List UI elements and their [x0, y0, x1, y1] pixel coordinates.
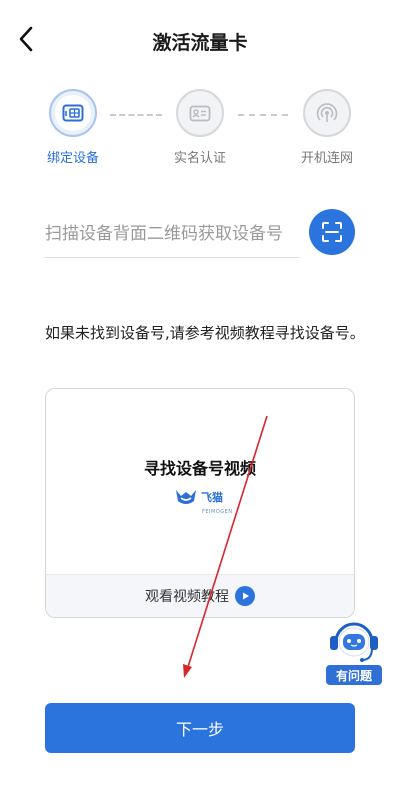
step-label: 开机连网	[300, 151, 353, 166]
scan-button[interactable]	[309, 209, 355, 255]
feimao-logo-icon	[176, 490, 196, 504]
step-label: 绑定设备	[46, 151, 99, 166]
device-number-input[interactable]	[45, 216, 297, 252]
step-connect-network: 开机连网	[287, 89, 367, 166]
scan-icon	[322, 222, 342, 242]
play-icon	[235, 586, 255, 606]
next-step-button[interactable]: 下一步	[45, 703, 355, 753]
wifi-signal-icon	[316, 103, 338, 122]
page-title: 激活流量卡	[152, 32, 248, 54]
watch-video-label: 观看视频教程	[145, 589, 229, 605]
robot-assistant-icon	[330, 622, 378, 672]
step-connector	[110, 114, 162, 116]
step-connector	[238, 114, 288, 116]
step-label: 实名认证	[173, 151, 226, 166]
step-real-name: 实名认证	[160, 89, 240, 166]
step-bind-device: 绑定设备	[33, 89, 113, 166]
logo-text: 飞猫	[201, 490, 223, 504]
feimao-logo: 飞猫	[174, 487, 223, 507]
video-card[interactable]: 寻找设备号视频 飞猫 FEIMOGEN 观看视频教程	[45, 388, 355, 618]
help-badge: 有问题	[326, 665, 382, 685]
help-bot-button[interactable]: 有问题	[322, 612, 386, 688]
help-text: 如果未找到设备号,请参考视频教程寻找设备号。	[45, 324, 365, 342]
video-title: 寻找设备号视频	[143, 459, 256, 478]
logo-subtext: FEIMOGEN	[202, 509, 233, 515]
watch-video-button[interactable]: 观看视频教程	[46, 574, 354, 617]
id-card-icon	[189, 105, 211, 121]
input-underline	[45, 257, 299, 258]
sim-card-icon	[62, 104, 84, 122]
